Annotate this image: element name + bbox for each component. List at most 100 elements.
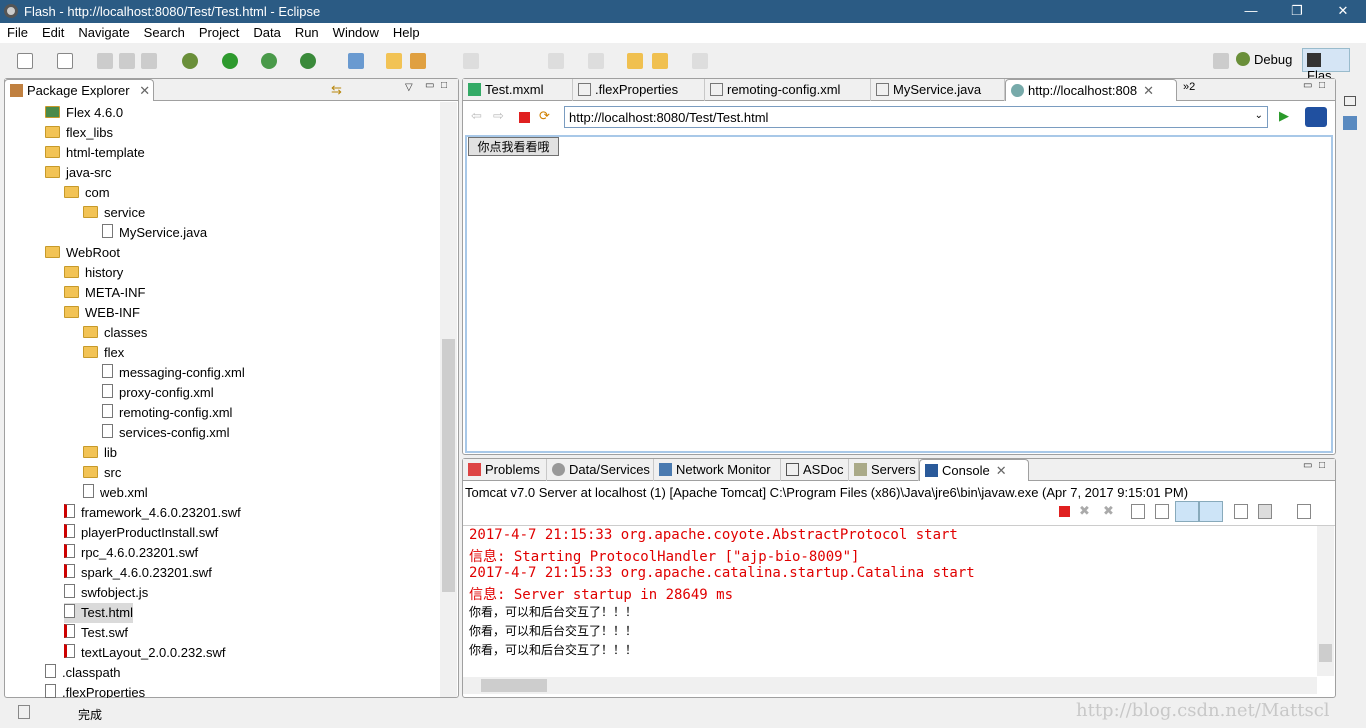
tree-item[interactable]: spark_4.6.0.23201.swf xyxy=(64,563,212,583)
minimize-view-icon[interactable]: ▭ xyxy=(425,80,434,91)
close-tab-icon[interactable]: ✕ xyxy=(139,83,150,98)
browser-forward-icon[interactable]: ⇨ xyxy=(493,108,504,124)
tree-item[interactable]: web.xml xyxy=(83,483,148,503)
tree-item[interactable]: WEB-INF xyxy=(64,303,140,323)
tree-item[interactable]: Test.html xyxy=(64,603,134,623)
tree-item[interactable]: service xyxy=(83,203,145,223)
next-annotation-icon[interactable] xyxy=(548,53,564,69)
tree-item[interactable]: remoting-config.xml xyxy=(102,403,232,423)
new-class-icon[interactable] xyxy=(57,53,73,69)
tree-item[interactable]: framework_4.6.0.23201.swf xyxy=(64,503,241,523)
console-output[interactable]: 2017-4-7 21:15:33 org.apache.coyote.Abst… xyxy=(463,526,1315,676)
remove-launch-icon[interactable]: ✖ xyxy=(1079,503,1090,519)
tree-scrollbar[interactable] xyxy=(440,102,457,697)
tree-item[interactable]: Flex 4.6.0 xyxy=(45,103,123,123)
show-stderr-icon[interactable] xyxy=(1199,501,1223,522)
scrollbar-thumb[interactable] xyxy=(481,679,547,692)
tree-item[interactable]: src xyxy=(83,463,121,483)
chevron-down-icon[interactable]: ⌄ xyxy=(1255,110,1263,121)
tree-item[interactable]: messaging-config.xml xyxy=(102,363,245,383)
clear-console-icon[interactable] xyxy=(1131,504,1145,519)
minimize-editor-icon[interactable]: ▭ xyxy=(1303,80,1312,91)
link-editor-icon[interactable]: ⇆ xyxy=(331,82,342,98)
stop-icon[interactable] xyxy=(519,112,530,123)
tree-item[interactable]: swfobject.js xyxy=(64,583,148,603)
external-tools-icon[interactable] xyxy=(300,53,316,69)
menu-project[interactable]: Project xyxy=(192,23,246,43)
tree-item[interactable]: Test.swf xyxy=(64,623,128,643)
tab-asdoc[interactable]: ASDoc xyxy=(781,459,849,481)
page-button[interactable]: 你点我看看哦 xyxy=(468,137,559,156)
tab-remoting-config[interactable]: remoting-config.xml xyxy=(705,79,871,101)
tree-item[interactable]: history xyxy=(64,263,123,283)
close-button[interactable]: ✕ xyxy=(1320,0,1366,23)
tree-item[interactable]: playerProductInstall.swf xyxy=(64,523,218,543)
tab-myservice-java[interactable]: MyService.java xyxy=(871,79,1005,101)
outline-icon[interactable] xyxy=(1343,116,1357,130)
view-menu-icon[interactable]: ▽ xyxy=(405,82,413,93)
prev-annotation-icon[interactable] xyxy=(588,53,604,69)
open-console-icon[interactable] xyxy=(1297,504,1311,519)
url-input[interactable]: http://localhost:8080/Test/Test.html ⌄ xyxy=(564,106,1268,128)
menu-search[interactable]: Search xyxy=(137,23,192,43)
open-perspective-icon[interactable] xyxy=(1213,53,1229,69)
menu-edit[interactable]: Edit xyxy=(35,23,71,43)
tree-item[interactable]: proxy-config.xml xyxy=(102,383,214,403)
minimize-button[interactable]: — xyxy=(1228,0,1274,23)
show-stdout-icon[interactable] xyxy=(1175,501,1199,522)
menu-navigate[interactable]: Navigate xyxy=(71,23,136,43)
refresh-icon[interactable]: ⟳ xyxy=(539,108,550,124)
tree-item[interactable]: classes xyxy=(83,323,147,343)
tree-item[interactable]: WebRoot xyxy=(45,243,120,263)
maximize-editor-icon[interactable]: □ xyxy=(1319,80,1325,91)
maximize-console-icon[interactable]: □ xyxy=(1319,460,1325,471)
restore-icon[interactable] xyxy=(1344,96,1356,106)
back-icon[interactable] xyxy=(652,53,668,69)
tab-data-services[interactable]: Data/Services xyxy=(547,459,654,481)
close-tab-icon[interactable]: ✕ xyxy=(996,463,1007,478)
print-icon[interactable] xyxy=(141,53,157,69)
tree-item[interactable]: java-src xyxy=(45,163,112,183)
scrollbar-thumb[interactable] xyxy=(1319,644,1332,662)
tab-browser[interactable]: http://localhost:808 ✕ xyxy=(1005,79,1177,101)
tab-servers[interactable]: Servers xyxy=(849,459,919,481)
console-vscrollbar[interactable] xyxy=(1317,526,1334,676)
tree-item[interactable]: html-template xyxy=(45,143,145,163)
save-all-icon[interactable] xyxy=(119,53,135,69)
perspective-debug[interactable]: Debug xyxy=(1236,52,1292,67)
tab-overflow[interactable]: »2 xyxy=(1183,81,1195,93)
remove-all-icon[interactable]: ✖ xyxy=(1103,503,1114,519)
forward-icon[interactable] xyxy=(692,53,708,69)
scrollbar-thumb[interactable] xyxy=(442,339,455,592)
pin-console-icon[interactable] xyxy=(1234,504,1248,519)
menu-data[interactable]: Data xyxy=(246,23,287,43)
tree-item[interactable]: textLayout_2.0.0.232.swf xyxy=(64,643,226,663)
pen-icon[interactable] xyxy=(463,53,479,69)
new-icon[interactable] xyxy=(17,53,33,69)
debug-icon[interactable] xyxy=(182,53,198,69)
maximize-button[interactable]: ❐ xyxy=(1274,0,1320,23)
run-icon[interactable] xyxy=(222,53,238,69)
console-hscrollbar[interactable] xyxy=(463,677,1317,694)
profile-icon[interactable] xyxy=(261,53,277,69)
tab-network-monitor[interactable]: Network Monitor xyxy=(654,459,781,481)
maximize-view-icon[interactable]: □ xyxy=(441,80,447,91)
tree-item[interactable]: META-INF xyxy=(64,283,145,303)
tree-item[interactable]: com xyxy=(64,183,110,203)
minimize-console-icon[interactable]: ▭ xyxy=(1303,460,1312,471)
open-folder-icon[interactable] xyxy=(386,53,402,69)
last-edit-icon[interactable] xyxy=(627,53,643,69)
tree-item[interactable]: rpc_4.6.0.23201.swf xyxy=(64,543,198,563)
terminate-icon[interactable] xyxy=(1059,506,1070,517)
browser-back-icon[interactable]: ⇦ xyxy=(471,108,482,124)
save-icon[interactable] xyxy=(97,53,113,69)
scroll-lock-icon[interactable] xyxy=(1155,504,1169,519)
menu-run[interactable]: Run xyxy=(288,23,326,43)
menu-help[interactable]: Help xyxy=(386,23,427,43)
menu-file[interactable]: File xyxy=(0,23,35,43)
export-release-icon[interactable] xyxy=(348,53,364,69)
tree-item[interactable]: lib xyxy=(83,443,117,463)
close-tab-icon[interactable]: ✕ xyxy=(1143,83,1154,98)
tab-problems[interactable]: Problems xyxy=(463,459,547,481)
tree-item[interactable]: .classpath xyxy=(45,663,121,683)
